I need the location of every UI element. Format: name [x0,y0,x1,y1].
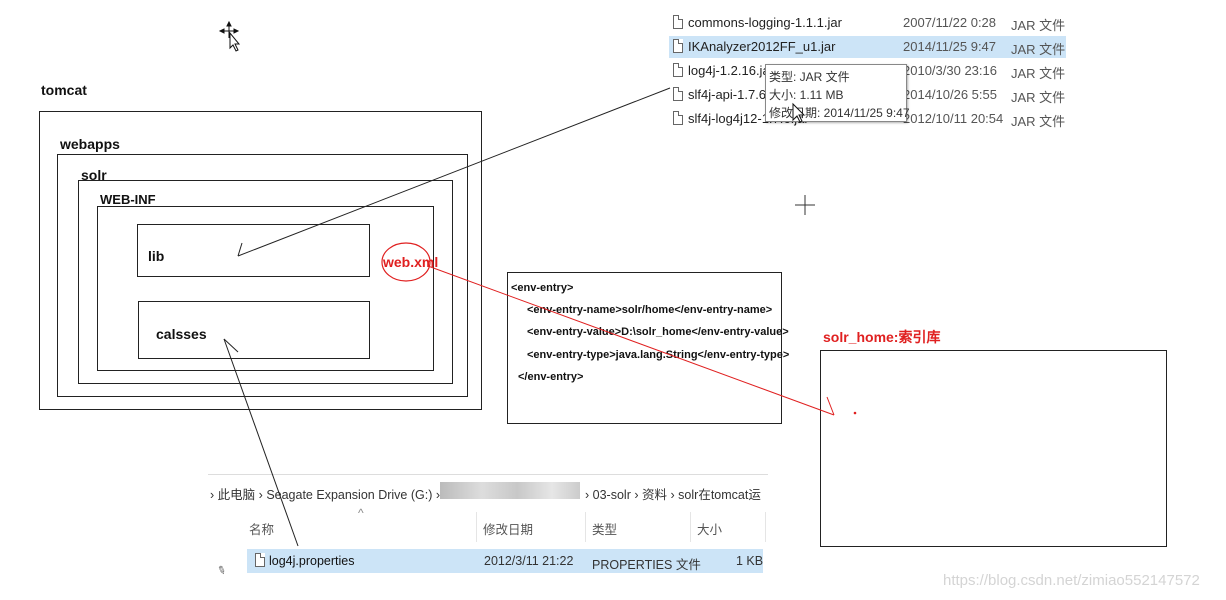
lib-connector [237,87,671,257]
webxml-connector [427,265,857,416]
annotation-layer [218,20,857,547]
move-cursor-icon [218,20,241,52]
crosshair-cursor-icon [795,195,815,215]
classes-connector [223,338,299,547]
webxml-highlight-ellipse [381,242,431,282]
arrow-cursor-icon [792,102,806,123]
